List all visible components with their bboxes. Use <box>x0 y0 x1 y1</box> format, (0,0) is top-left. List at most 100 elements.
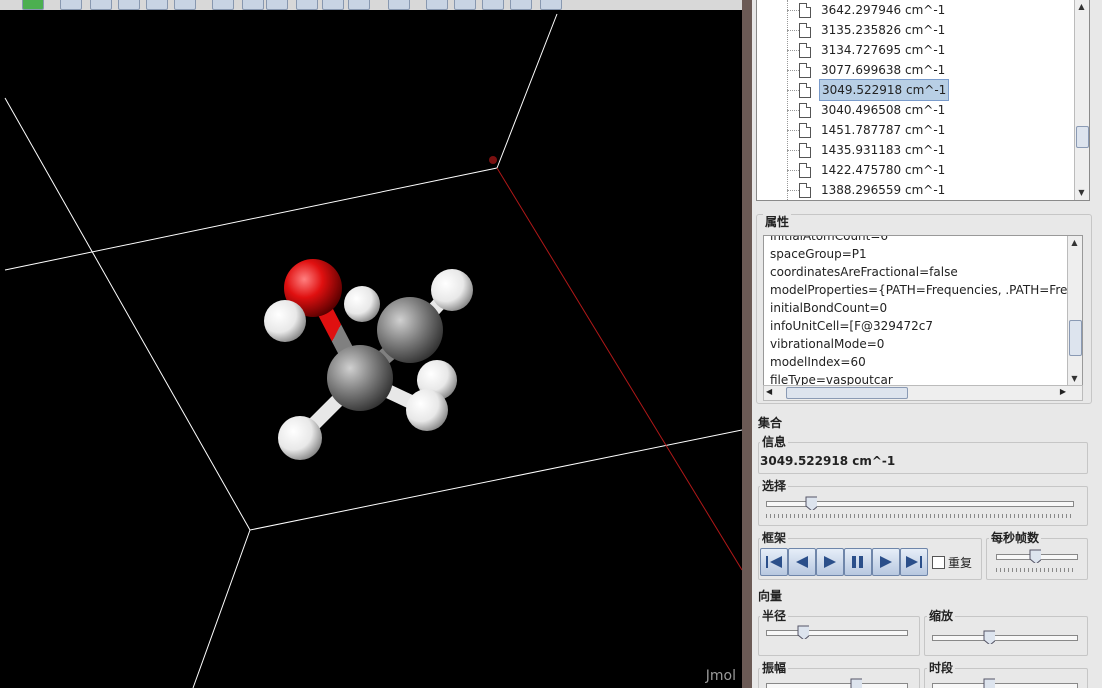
frequency-item[interactable]: 3134.727695 cm^-1 <box>799 40 947 60</box>
first-frame-icon <box>766 556 782 568</box>
info-label: 信息 <box>760 433 789 450</box>
scroll-left-icon[interactable]: ◀ <box>766 386 772 398</box>
first-frame-button[interactable] <box>760 548 788 576</box>
toolbar-link-button[interactable] <box>212 0 234 10</box>
last-frame-button[interactable] <box>900 548 928 576</box>
scroll-down-icon[interactable]: ▼ <box>1070 374 1079 384</box>
file-icon <box>799 102 811 118</box>
properties-title: 属性 <box>763 213 792 230</box>
tree-scrollbar[interactable]: ▲ ▼ <box>1074 0 1089 200</box>
pause-icon <box>852 556 863 568</box>
frequency-item[interactable]: 1451.787787 cm^-1 <box>799 120 947 140</box>
toolbar-paint-button[interactable] <box>90 0 112 10</box>
fps-slider-thumb[interactable] <box>1029 549 1041 563</box>
hydrogen-atom <box>278 416 322 460</box>
repeat-checkbox[interactable] <box>932 556 945 569</box>
scroll-right-icon[interactable]: ▶ <box>1060 386 1066 398</box>
frequency-label: 3049.522918 cm^-1 <box>819 79 950 101</box>
frequency-item[interactable]: 3642.297946 cm^-1 <box>799 0 947 20</box>
file-icon <box>799 62 811 78</box>
frequency-label: 1388.296559 cm^-1 <box>821 183 946 197</box>
frequency-label: 1435.931183 cm^-1 <box>821 143 946 157</box>
radius-label: 半径 <box>760 607 789 624</box>
property-line: initialAtomCount=6 <box>770 235 889 243</box>
frequency-item[interactable]: 3040.496508 cm^-1 <box>799 100 947 120</box>
properties-scrollbar[interactable]: ▲ ▼ <box>1067 236 1082 386</box>
frequency-label: 1451.787787 cm^-1 <box>821 123 946 137</box>
toolbar-next-button[interactable] <box>482 0 504 10</box>
toolbar-save-button[interactable] <box>60 0 82 10</box>
properties-hscroll-thumb[interactable] <box>786 387 908 399</box>
vector-title: 向量 <box>756 587 785 604</box>
file-icon <box>799 82 811 98</box>
tree-connector <box>787 10 799 11</box>
scroll-down-icon[interactable]: ▼ <box>1077 188 1086 198</box>
molecule-viewer[interactable]: Jmol <box>0 10 742 688</box>
frequency-item[interactable]: 3049.522918 cm^-1 <box>799 79 950 101</box>
pause-button[interactable] <box>844 548 872 576</box>
file-icon <box>799 142 811 158</box>
scale-slider-thumb[interactable] <box>983 630 995 644</box>
period-slider-thumb[interactable] <box>983 678 995 688</box>
play-icon <box>824 556 836 568</box>
tree-connector <box>787 90 799 91</box>
select-slider-ticks <box>766 514 1072 518</box>
toolbar-box-button[interactable] <box>388 0 410 10</box>
toolbar-label-button[interactable] <box>322 0 344 10</box>
toolbar-select-button[interactable] <box>242 0 264 10</box>
prev-frame-button[interactable] <box>788 548 816 576</box>
properties-scroll-thumb[interactable] <box>1069 320 1082 356</box>
toolbar-prev-button[interactable] <box>454 0 476 10</box>
properties-hscrollbar[interactable]: ◀ ▶ <box>763 385 1083 401</box>
property-line: initialBondCount=0 <box>770 301 888 315</box>
window-divider <box>742 0 752 688</box>
select-slider-thumb[interactable] <box>805 496 817 510</box>
file-icon <box>799 22 811 38</box>
toolbar-edit-button[interactable] <box>146 0 168 10</box>
period-slider[interactable] <box>932 683 1078 688</box>
next-frame-button[interactable] <box>872 548 900 576</box>
play-button[interactable] <box>816 548 844 576</box>
toolbar-open-button[interactable] <box>22 0 44 10</box>
toolbar-rotate-button[interactable] <box>296 0 318 10</box>
scroll-up-icon[interactable]: ▲ <box>1070 238 1079 248</box>
frequency-item[interactable]: 3077.699638 cm^-1 <box>799 60 947 80</box>
tree-connector <box>787 130 799 131</box>
tree-connector <box>787 50 799 51</box>
hydrogen-atom <box>344 286 380 322</box>
hydrogen-atom <box>264 300 306 342</box>
fps-label: 每秒帧数 <box>989 529 1042 546</box>
tree-scroll-thumb[interactable] <box>1076 126 1089 148</box>
scale-slider[interactable] <box>932 635 1078 641</box>
scroll-up-icon[interactable]: ▲ <box>1077 2 1086 12</box>
period-label: 时段 <box>927 659 956 676</box>
amplitude-slider[interactable] <box>766 683 908 688</box>
tree-connector <box>787 150 799 151</box>
file-icon <box>799 182 811 198</box>
tree-connector <box>787 170 799 171</box>
toolbar-first-button[interactable] <box>426 0 448 10</box>
radius-slider[interactable] <box>766 630 908 636</box>
toolbar-home-button[interactable] <box>540 0 562 10</box>
toolbar-tool-button[interactable] <box>118 0 140 10</box>
carbon-atom <box>377 297 443 363</box>
radius-slider-thumb[interactable] <box>797 625 809 639</box>
amplitude-slider-thumb[interactable] <box>850 678 862 688</box>
amplitude-label: 振幅 <box>760 659 789 676</box>
toolbar-axes-button[interactable] <box>348 0 370 10</box>
carbon-atom <box>327 345 393 411</box>
properties-list[interactable]: initialAtomCount=6 spaceGroup=P1 coordin… <box>763 235 1083 387</box>
toolbar-last-button[interactable] <box>510 0 532 10</box>
toolbar-print-button[interactable] <box>174 0 196 10</box>
frequency-item[interactable]: 3135.235826 cm^-1 <box>799 20 947 40</box>
frequency-label: 3134.727695 cm^-1 <box>821 43 946 57</box>
frequency-item[interactable]: 1435.931183 cm^-1 <box>799 140 947 160</box>
frequency-item[interactable]: 1388.296559 cm^-1 <box>799 180 947 200</box>
toolbar-measure-button[interactable] <box>266 0 288 10</box>
side-panel: 3642.297946 cm^-1 3135.235826 cm^-1 3134.7… <box>752 0 1102 688</box>
frequency-item[interactable]: 1422.475780 cm^-1 <box>799 160 947 180</box>
file-icon <box>799 42 811 58</box>
frequency-label: 3642.297946 cm^-1 <box>821 3 946 17</box>
axis-line <box>496 167 742 571</box>
frequency-label: 3135.235826 cm^-1 <box>821 23 946 37</box>
